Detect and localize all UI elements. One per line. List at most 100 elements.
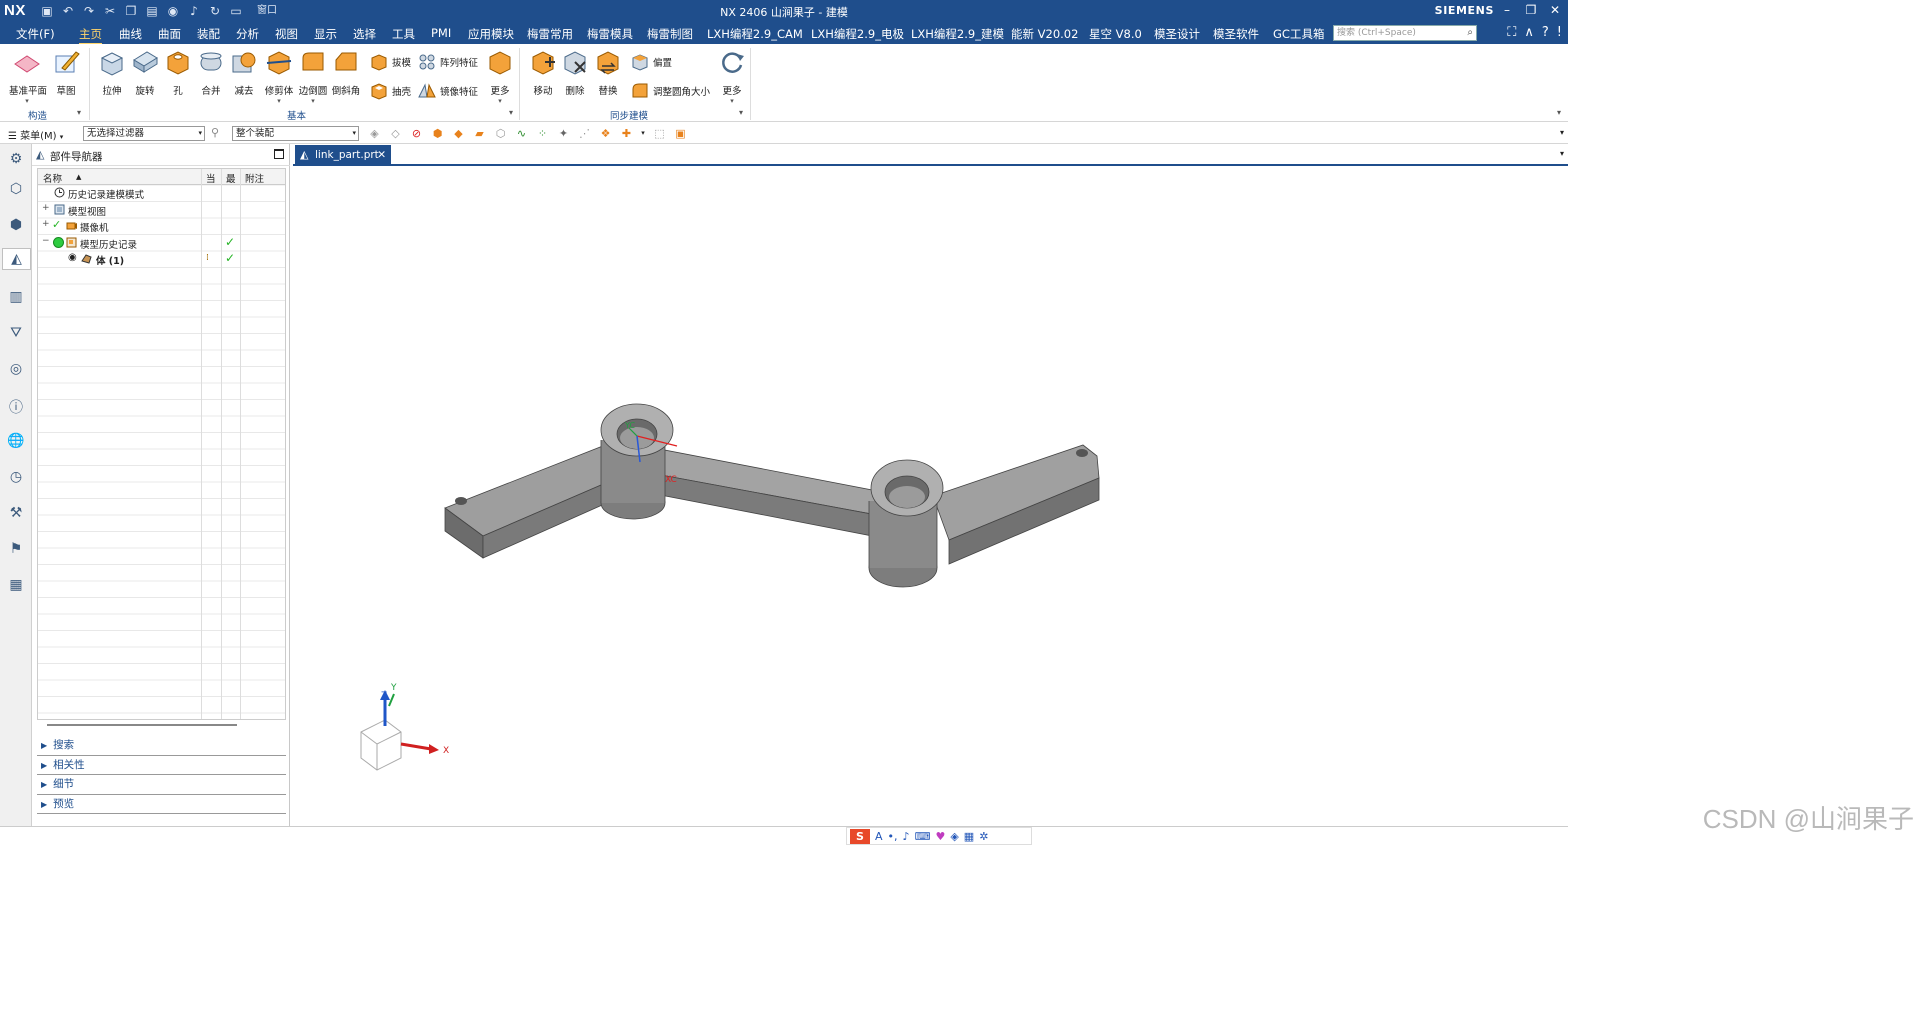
extrude-button[interactable]: 拉伸 xyxy=(94,48,130,97)
menu-surface[interactable]: 曲面 xyxy=(158,26,181,42)
tree-row-body[interactable]: ◉ 体 (1) ⁞ ✓ xyxy=(38,251,285,267)
move-face-button[interactable]: 移动 xyxy=(525,48,561,97)
basic-more-button[interactable]: 更多 ▾ xyxy=(482,48,518,105)
main-menu-button[interactable]: ☰ 菜单(M) ▾ xyxy=(8,127,63,142)
sketch-button[interactable]: 草图 xyxy=(48,48,84,97)
sogou-icon[interactable]: S xyxy=(850,828,870,844)
select-face-icon[interactable]: ◇ xyxy=(387,126,404,141)
menu-file[interactable]: 文件(F) xyxy=(16,26,55,42)
menu-lxh-cam[interactable]: LXH编程2.9_CAM xyxy=(707,26,803,42)
filter-funnel-icon[interactable]: ⚲ xyxy=(211,126,219,139)
datum-plane-button[interactable]: 基准平面 ▾ xyxy=(9,48,47,105)
orange-face-icon[interactable]: ◆ xyxy=(450,126,467,141)
game-icon[interactable]: ◈ xyxy=(950,830,958,843)
menu-lxh-modeling[interactable]: LXH编程2.9_建模 xyxy=(911,26,1004,42)
hd3d-icon[interactable]: ⛛ xyxy=(5,322,27,344)
history-clock-icon[interactable]: ◷ xyxy=(5,466,27,488)
paste-icon[interactable]: ▤ xyxy=(143,2,161,20)
alert-icon[interactable]: ! xyxy=(1557,25,1562,40)
view-triad[interactable]: X Y Z xyxy=(360,683,449,771)
maximize-icon[interactable] xyxy=(274,149,284,159)
horizontal-scrollbar[interactable] xyxy=(47,724,237,726)
chevron-down-icon[interactable]: ▾ xyxy=(261,97,297,105)
grid-icon[interactable]: ▦ xyxy=(964,830,974,843)
menu-view[interactable]: 视图 xyxy=(275,26,298,42)
section-details[interactable]: ▶ 细节 xyxy=(37,775,286,795)
stop-icon[interactable]: ⊘ xyxy=(408,126,425,141)
chevron-down-icon[interactable]: ▾ xyxy=(295,97,331,105)
draft-button[interactable]: 拔模 xyxy=(369,52,411,72)
shell-button[interactable]: 抽壳 xyxy=(369,81,411,101)
menu-applications[interactable]: 应用模块 xyxy=(468,26,514,42)
help-icon[interactable]: ? xyxy=(1542,25,1549,40)
edge-blend-button[interactable]: 边倒圆 ▾ xyxy=(295,48,331,105)
snap-menu-icon[interactable]: ✚ xyxy=(618,126,635,141)
chinese-mode-icon[interactable]: A xyxy=(875,830,883,843)
tree-row-cameras[interactable]: + ✓ 摄像机 xyxy=(38,218,285,234)
trim-body-button[interactable]: 修剪体 ▾ xyxy=(261,48,297,105)
fullscreen-icon[interactable]: ⛶ xyxy=(1507,25,1516,40)
tree-row-model-views[interactable]: + 模型视图 xyxy=(38,202,285,218)
column-comment[interactable]: 附注 xyxy=(245,171,264,185)
tools-icon[interactable]: ⚒ xyxy=(5,502,27,524)
link-part-model[interactable] xyxy=(444,403,1100,588)
search-icon[interactable]: ⌕ xyxy=(1467,26,1473,40)
orange-body-icon[interactable]: ⬢ xyxy=(429,126,446,141)
solid-icon[interactable]: ▰ xyxy=(471,126,488,141)
menu-nengxin[interactable]: 能新 V20.02 xyxy=(1011,26,1078,42)
mic-icon[interactable]: ♪ xyxy=(903,830,910,843)
menu-pmi[interactable]: PMI xyxy=(431,26,451,40)
ribbon-options-icon[interactable]: ▾ xyxy=(1557,108,1561,117)
menu-curve[interactable]: 曲线 xyxy=(119,26,142,42)
menu-meilei-mold[interactable]: 梅雷模具 xyxy=(587,26,633,42)
curve-icon[interactable]: ∿ xyxy=(513,126,530,141)
close-icon[interactable]: ✕ xyxy=(1546,1,1564,19)
revolve-button[interactable]: 旋转 xyxy=(127,48,163,97)
box-select-icon[interactable]: ⬚ xyxy=(651,126,668,141)
model-canvas[interactable]: XC YC X Y Z xyxy=(293,166,1568,826)
tree-row-history-mode[interactable]: 历史记录建模模式 xyxy=(38,185,285,201)
sheet-body-icon[interactable]: ⬡ xyxy=(492,126,509,141)
menu-gc-toolbox[interactable]: GC工具箱 xyxy=(1273,26,1324,42)
minimize-icon[interactable]: – xyxy=(1498,1,1516,19)
tab-list-icon[interactable]: ▾ xyxy=(1560,149,1564,158)
mic-icon[interactable]: ♪ xyxy=(185,2,203,20)
view-icon[interactable]: ◉ xyxy=(164,2,182,20)
palette-icon[interactable]: ▦ xyxy=(5,574,27,596)
assembly-navigator-icon[interactable]: ⬡ xyxy=(5,178,27,200)
window-menu[interactable]: 窗口 xyxy=(248,2,286,20)
faceted-icon[interactable]: ⋰ xyxy=(576,126,593,141)
sync-more-button[interactable]: 更多 ▾ xyxy=(714,48,750,105)
info-icon[interactable]: ⓘ xyxy=(5,396,27,418)
menu-lxh-electrode[interactable]: LXH编程2.9_电极 xyxy=(811,26,904,42)
collapse-ribbon-icon[interactable]: ∧ xyxy=(1524,25,1534,40)
copy-icon[interactable]: ❐ xyxy=(122,2,140,20)
expand-toggle[interactable]: + xyxy=(42,219,50,229)
assembly-scope-select[interactable]: 整个装配 ▾ xyxy=(232,126,359,141)
menu-xingkong[interactable]: 星空 V8.0 xyxy=(1089,26,1142,42)
menu-mosheng-software[interactable]: 模圣软件 xyxy=(1213,26,1259,42)
basic-group-menu-icon[interactable]: ▾ xyxy=(509,108,513,117)
undo-icon[interactable]: ↶ xyxy=(59,2,77,20)
menu-select[interactable]: 选择 xyxy=(353,26,376,42)
chevron-down-icon[interactable]: ▾ xyxy=(639,126,647,141)
menu-home[interactable]: 主页 xyxy=(79,26,102,45)
delete-face-button[interactable]: 删除 xyxy=(557,48,593,97)
column-current[interactable]: 当 xyxy=(206,171,216,185)
menu-meilei-common[interactable]: 梅雷常用 xyxy=(527,26,573,42)
visibility-eye-icon[interactable]: ◉ xyxy=(68,252,77,263)
resize-blend-button[interactable]: 调整圆角大小 xyxy=(630,81,710,101)
expand-toggle[interactable]: + xyxy=(42,203,50,213)
pattern-feature-button[interactable]: 阵列特征 xyxy=(417,52,478,72)
unite-button[interactable]: 合并 xyxy=(193,48,229,97)
offset-region-button[interactable]: 偏置 xyxy=(630,52,672,72)
section-dependencies[interactable]: ▶ 相关性 xyxy=(37,756,286,775)
tree-row-model-history[interactable]: − 模型历史记录 ✓ xyxy=(38,235,285,251)
column-latest[interactable]: 最 xyxy=(226,171,236,185)
chevron-down-icon[interactable]: ▾ xyxy=(482,97,518,105)
punctuation-icon[interactable]: •, xyxy=(888,830,898,843)
reuse-library-icon[interactable]: ▥ xyxy=(5,286,27,308)
snap-point-icon[interactable]: ✦ xyxy=(555,126,572,141)
chevron-down-icon[interactable]: ▾ xyxy=(714,97,750,105)
save-icon[interactable]: ▣ xyxy=(38,2,56,20)
